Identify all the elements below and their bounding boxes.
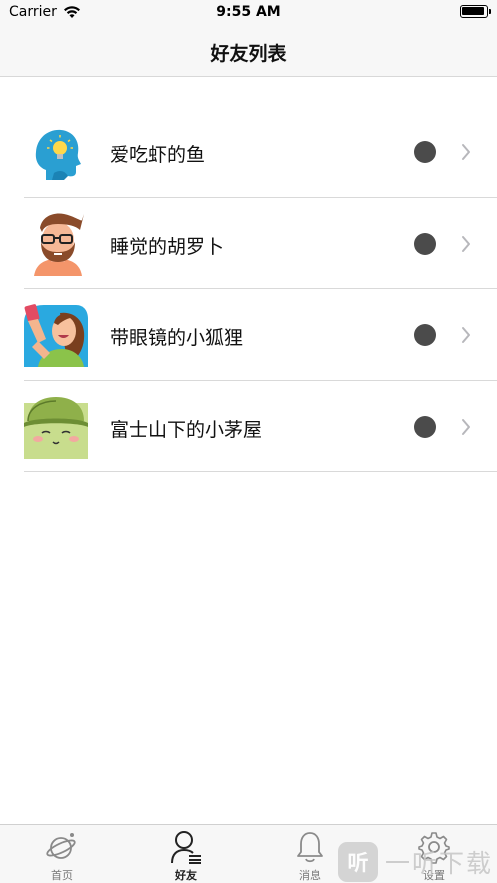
status-time: 9:55 AM [216,4,281,20]
friend-name: 睡觉的胡罗卜 [110,235,225,258]
bearded-man-avatar [24,211,88,276]
chevron-right-icon [462,144,470,160]
user-list-icon [171,831,201,864]
friend-list: 爱吃虾的鱼 睡觉的胡罗卜 带眼镜的小狐狸 富士山下的小茅屋 [24,106,497,472]
friend-name: 带眼镜的小狐狸 [110,327,244,349]
chevron-right-icon [462,327,470,343]
tab-label: 首页 [51,869,73,882]
selfie-woman-avatar [24,303,88,367]
bell-icon [297,832,323,863]
friend-row[interactable]: 富士山下的小茅屋 [24,381,497,472]
tab-friends[interactable]: 好友 [124,825,248,883]
watermark: 听 一听下载 [338,840,497,883]
tab-label: 好友 [175,869,197,882]
page-title: 好友列表 [210,43,287,65]
chevron-right-icon [462,418,470,435]
friend-name: 爱吃虾的鱼 [110,144,206,166]
status-dot [414,324,436,346]
battery-level [462,7,484,15]
status-bar: Carrier 9:55 AM [0,0,497,24]
battery-icon [460,5,491,18]
status-dot [414,232,436,255]
watermark-text: 一听下载 [385,848,494,878]
green-cap-character-avatar [24,394,88,459]
navigation-bar: 好友列表 [0,24,497,77]
planet-icon [46,833,76,859]
tab-home[interactable]: 首页 [0,825,124,883]
idea-head-avatar [24,120,88,184]
status-dot [414,141,436,163]
watermark-logo: 听 [338,841,378,882]
friend-row[interactable]: 睡觉的胡罗卜 [24,198,497,289]
friend-name: 富士山下的小茅屋 [110,418,263,441]
friend-row[interactable]: 爱吃虾的鱼 [24,106,497,198]
chevron-right-icon [462,235,470,252]
friend-row[interactable]: 带眼镜的小狐狸 [24,289,497,381]
status-dot [414,415,436,438]
